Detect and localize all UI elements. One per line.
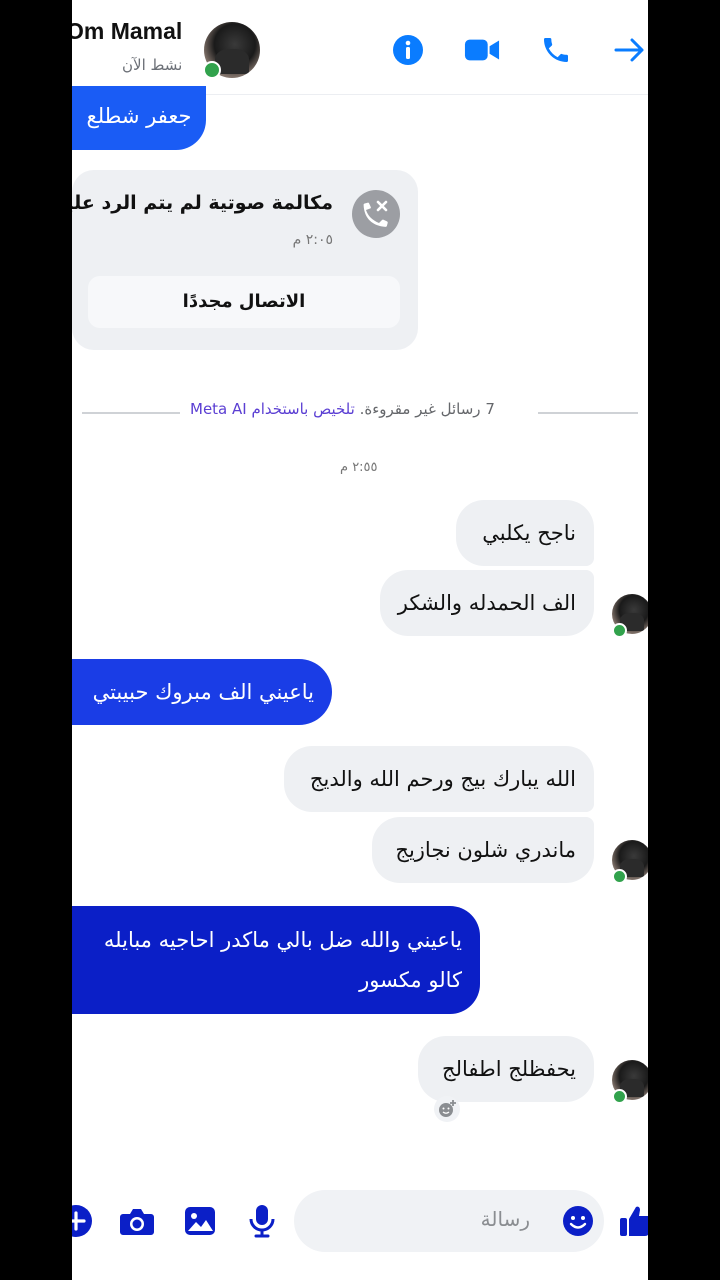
unread-divider: 7 رسائل غير مقروءة. تلخيص باستخدام Meta … (190, 400, 495, 418)
chat-screen: Om Mamal نشط الآن جعفر شطلع مكالمة صوتية… (72, 0, 648, 1280)
meta-ai-summary-link[interactable]: تلخيص باستخدام Meta AI (190, 400, 355, 418)
call-again-button[interactable]: الاتصال مجددًا (88, 276, 400, 328)
missed-call-time: ٢:٠٥ م (292, 232, 333, 248)
message-sent[interactable]: ياعيني الف مبروك حبيبتي (72, 659, 332, 725)
video-call-button[interactable] (464, 32, 500, 68)
emoji-icon (563, 1206, 593, 1236)
message-text: الف الحمدله والشكر (397, 591, 576, 615)
message-text: ماندري شلون نجازيج (395, 838, 576, 862)
message-text: الله يبارك بيج ورحم الله والديج (309, 767, 576, 791)
microphone-icon (249, 1205, 275, 1238)
message-placeholder: رسالة (480, 1207, 530, 1231)
video-camera-icon (464, 39, 500, 61)
message-received[interactable]: الف الحمدله والشكر (380, 570, 594, 636)
message-received[interactable]: ماندري شلون نجازيج (372, 817, 594, 883)
message-text-line: كالو مكسور (359, 968, 462, 992)
message-text-line: ياعيني والله ضل بالي ماكدر احاجيه مبايله (103, 928, 462, 952)
message-received[interactable]: الله يبارك بيج ورحم الله والديج (284, 746, 594, 812)
divider-line (82, 412, 180, 414)
active-status: نشط الآن (122, 56, 183, 74)
message-received[interactable]: ناجح يكلبي (456, 500, 594, 566)
forward-button[interactable] (612, 32, 648, 68)
missed-call-icon (352, 190, 400, 238)
contact-name[interactable]: Om Mamal (72, 18, 182, 45)
add-reaction-button[interactable] (434, 1096, 460, 1122)
gallery-button[interactable] (182, 1203, 218, 1239)
emoji-button[interactable] (562, 1205, 594, 1241)
add-reaction-icon (439, 1100, 456, 1117)
message-text: جعفر شطلع (86, 104, 192, 128)
online-indicator (203, 61, 221, 79)
voice-message-button[interactable] (244, 1203, 280, 1239)
online-indicator (612, 1089, 627, 1104)
missed-call-title: مكالمة صوتية لم يتم الرد عليها (72, 192, 333, 214)
message-sent[interactable]: جعفر شطلع (72, 86, 206, 150)
thumbs-up-icon (620, 1206, 648, 1236)
message-sent[interactable]: ياعيني والله ضل بالي ماكدر احاجيه مبايله… (72, 906, 480, 1014)
phone-icon (544, 38, 568, 62)
message-text: ناجح يكلبي (482, 521, 576, 545)
arrow-icon (614, 38, 644, 62)
online-indicator (612, 869, 627, 884)
message-received[interactable]: يحفظلج اطفالج (418, 1036, 594, 1102)
info-icon (393, 35, 423, 65)
info-button[interactable] (390, 32, 426, 68)
timestamp: ٢:٥٥ م (340, 460, 378, 475)
voice-call-button[interactable] (538, 32, 574, 68)
message-text: يحفظلج اطفالج (442, 1057, 576, 1081)
unread-count: 7 رسائل غير مقروءة. (359, 400, 495, 418)
chat-header: Om Mamal نشط الآن (72, 0, 648, 95)
plus-icon (72, 1205, 92, 1237)
camera-button[interactable] (119, 1203, 155, 1239)
camera-icon (120, 1209, 154, 1235)
more-actions-button[interactable] (72, 1203, 94, 1239)
divider-line (538, 412, 638, 414)
missed-call-card: مكالمة صوتية لم يتم الرد عليها ٢:٠٥ م ال… (72, 170, 418, 350)
message-input[interactable]: رسالة (294, 1190, 604, 1252)
like-button[interactable] (618, 1203, 648, 1239)
gallery-icon (185, 1207, 215, 1235)
online-indicator (612, 623, 627, 638)
message-text: ياعيني الف مبروك حبيبتي (92, 680, 314, 704)
